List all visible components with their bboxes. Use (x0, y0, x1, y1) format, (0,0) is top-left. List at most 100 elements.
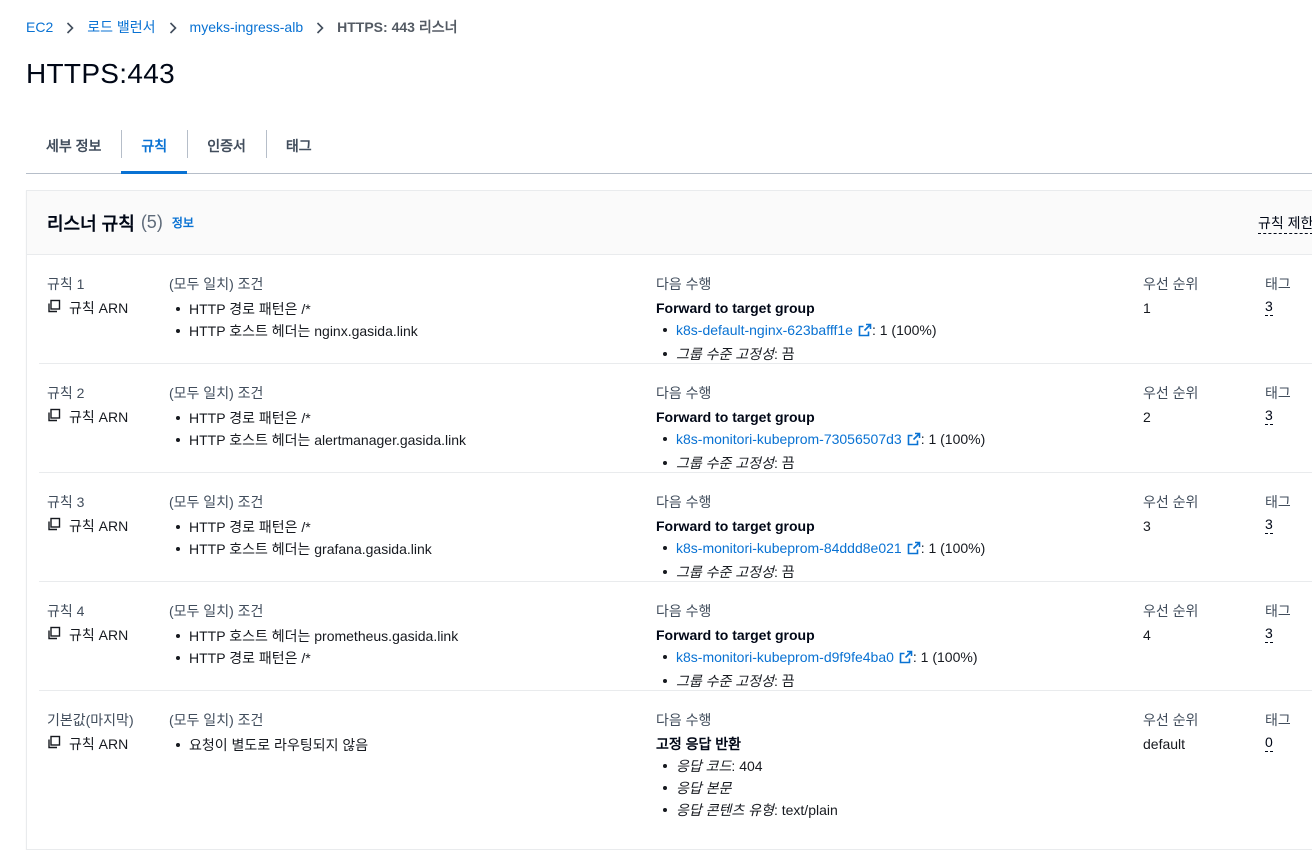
priority-value: 3 (1143, 518, 1151, 534)
tab-tags[interactable]: 태그 (265, 118, 332, 173)
tags-label: 태그 (1265, 494, 1291, 510)
action-details: k8s-default-nginx-623bafff1e : 1 (100%) 그… (656, 319, 937, 365)
rule-name: 규칙 1 (47, 276, 85, 292)
page-title: HTTPS:443 (26, 58, 175, 89)
action-title: Forward to target group (656, 300, 815, 316)
target-group-item: k8s-monitori-kubeprom-73056507d3 : 1 (100… (656, 428, 985, 452)
action-label: 다음 수행 (656, 494, 712, 510)
copy-rule-arn-button[interactable]: 규칙 ARN (47, 734, 134, 754)
tab-list: 세부 정보 규칙 인증서 태그 (26, 118, 1312, 174)
stickiness-item: 그룹 수준 고정성: 끔 (656, 343, 937, 365)
stickiness-value: : 끔 (773, 673, 795, 689)
stickiness-value: : 끔 (773, 564, 795, 580)
action-cell: 다음 수행 Forward to target group k8s-monito… (656, 601, 977, 692)
action-label: 다음 수행 (656, 276, 712, 292)
tag-count-link[interactable]: 3 (1265, 407, 1273, 425)
conditions-list: HTTP 경로 패턴은 /* HTTP 호스트 헤더는 grafana.gasid… (169, 516, 432, 560)
priority-value: default (1143, 736, 1186, 752)
rule-limits-link[interactable]: 규칙 제한 (1258, 213, 1312, 234)
content-type-value: : text/plain (773, 802, 838, 818)
conditions-label: (모두 일치) 조건 (169, 603, 264, 619)
action-details: 응답 코드: 404 응답 본문 응답 콘텐츠 유형: text/plain (656, 755, 838, 821)
priority-label: 우선 순위 (1143, 276, 1199, 292)
action-cell: 다음 수행 Forward to target group k8s-monito… (656, 492, 985, 583)
tags-cell: 태그 3 (1265, 383, 1291, 425)
tag-count-link[interactable]: 3 (1265, 298, 1273, 316)
condition-item: HTTP 호스트 헤더는 prometheus.gasida.link (169, 625, 458, 647)
breadcrumb-ec2[interactable]: EC2 (26, 19, 53, 35)
action-details: k8s-monitori-kubeprom-84ddd8e021: 1 (100… (656, 537, 985, 583)
tab-details[interactable]: 세부 정보 (26, 118, 121, 173)
tag-count-link[interactable]: 0 (1265, 734, 1273, 752)
external-link-icon[interactable] (858, 321, 872, 343)
copy-rule-arn-button[interactable]: 규칙 ARN (47, 298, 128, 318)
target-group-item: k8s-default-nginx-623bafff1e : 1 (100%) (656, 319, 937, 343)
tab-certificates[interactable]: 인증서 (187, 118, 266, 173)
breadcrumb-load-balancer-name[interactable]: myeks-ingress-alb (190, 19, 304, 35)
breadcrumb-load-balancers[interactable]: 로드 밸런서 (87, 17, 155, 37)
rule-row: 규칙 3 규칙 ARN (모두 일치) 조건 HTTP 경로 패턴은 /* HTT… (39, 473, 1312, 582)
chevron-right-icon (53, 20, 87, 35)
tags-cell: 태그 3 (1265, 492, 1291, 534)
copy-rule-arn-button[interactable]: 규칙 ARN (47, 625, 128, 645)
rule-arn-label: 규칙 ARN (69, 736, 129, 752)
priority-cell: 우선 순위 1 (1143, 274, 1198, 318)
conditions-list: HTTP 경로 패턴은 /* HTTP 호스트 헤더는 nginx.gasida.… (169, 298, 418, 342)
tag-count-link[interactable]: 3 (1265, 625, 1273, 643)
condition-item: HTTP 호스트 헤더는 nginx.gasida.link (169, 320, 418, 342)
rule-name: 규칙 2 (47, 385, 85, 401)
condition-item: HTTP 호스트 헤더는 grafana.gasida.link (169, 538, 432, 560)
conditions-label: (모두 일치) 조건 (169, 712, 264, 728)
priority-label: 우선 순위 (1143, 603, 1199, 619)
rule-name-cell: 규칙 3 규칙 ARN (47, 492, 128, 536)
rule-row: 규칙 1 규칙 ARN (모두 일치) 조건 HTTP 경로 패턴은 /* HTT… (39, 255, 1312, 364)
priority-cell: 우선 순위 2 (1143, 383, 1198, 427)
stickiness-item: 그룹 수준 고정성: 끔 (656, 670, 977, 692)
conditions-cell: (모두 일치) 조건 HTTP 경로 패턴은 /* HTTP 호스트 헤더는 ng… (169, 274, 418, 342)
copy-icon (47, 298, 69, 318)
target-group-link[interactable]: k8s-default-nginx-623bafff1e (676, 322, 853, 338)
content-type-label: 응답 콘텐츠 유형 (676, 802, 774, 818)
copy-icon (47, 734, 69, 754)
copy-icon (47, 625, 69, 645)
rule-name: 기본값(마지막) (47, 712, 134, 728)
priority-cell: 우선 순위 3 (1143, 492, 1198, 536)
conditions-cell: (모두 일치) 조건 요청이 별도로 라우팅되지 않음 (169, 710, 368, 756)
external-link-icon[interactable] (907, 539, 921, 561)
response-code-item: 응답 코드: 404 (656, 755, 838, 777)
conditions-label: (모두 일치) 조건 (169, 276, 264, 292)
copy-rule-arn-button[interactable]: 규칙 ARN (47, 407, 128, 427)
condition-item: HTTP 경로 패턴은 /* (169, 298, 418, 320)
target-group-link[interactable]: k8s-monitori-kubeprom-d9f9fe4ba0 (676, 649, 894, 665)
response-body-label: 응답 본문 (676, 780, 732, 796)
stickiness-item: 그룹 수준 고정성: 끔 (656, 452, 985, 474)
condition-item: 요청이 별도로 라우팅되지 않음 (169, 734, 368, 756)
priority-value: 4 (1143, 627, 1151, 643)
target-group-link[interactable]: k8s-monitori-kubeprom-73056507d3 (676, 431, 902, 447)
action-details: k8s-monitori-kubeprom-d9f9fe4ba0 : 1 (100… (656, 646, 977, 692)
tags-label: 태그 (1265, 385, 1291, 401)
conditions-label: (모두 일치) 조건 (169, 494, 264, 510)
rule-arn-label: 규칙 ARN (69, 627, 129, 643)
breadcrumb: EC2 로드 밸런서 myeks-ingress-alb HTTPS: 443 … (26, 17, 457, 37)
tab-rules[interactable]: 규칙 (121, 118, 187, 174)
tag-count-link[interactable]: 3 (1265, 516, 1273, 534)
target-group-link[interactable]: k8s-monitori-kubeprom-84ddd8e021 (676, 540, 902, 556)
conditions-list: HTTP 호스트 헤더는 prometheus.gasida.link HTTP … (169, 625, 458, 669)
response-code-value: : 404 (731, 758, 763, 774)
external-link-icon[interactable] (907, 430, 921, 452)
stickiness-value: : 끔 (773, 346, 795, 362)
external-link-icon[interactable] (899, 648, 913, 670)
condition-item: HTTP 호스트 헤더는 alertmanager.gasida.link (169, 429, 466, 451)
tags-cell: 태그 0 (1265, 710, 1291, 752)
conditions-cell: (모두 일치) 조건 HTTP 호스트 헤더는 prometheus.gasid… (169, 601, 458, 669)
target-group-weight: : 1 (100%) (920, 431, 986, 447)
target-group-weight: : 1 (100%) (912, 649, 978, 665)
rule-row: 규칙 2 규칙 ARN (모두 일치) 조건 HTTP 경로 패턴은 /* HTT… (39, 364, 1312, 473)
info-link[interactable]: 정보 (172, 214, 194, 231)
stickiness-value: : 끔 (773, 455, 795, 471)
copy-rule-arn-button[interactable]: 규칙 ARN (47, 516, 128, 536)
priority-label: 우선 순위 (1143, 385, 1199, 401)
rule-name-cell: 규칙 2 규칙 ARN (47, 383, 128, 427)
target-group-weight: : 1 (100%) (871, 322, 937, 338)
